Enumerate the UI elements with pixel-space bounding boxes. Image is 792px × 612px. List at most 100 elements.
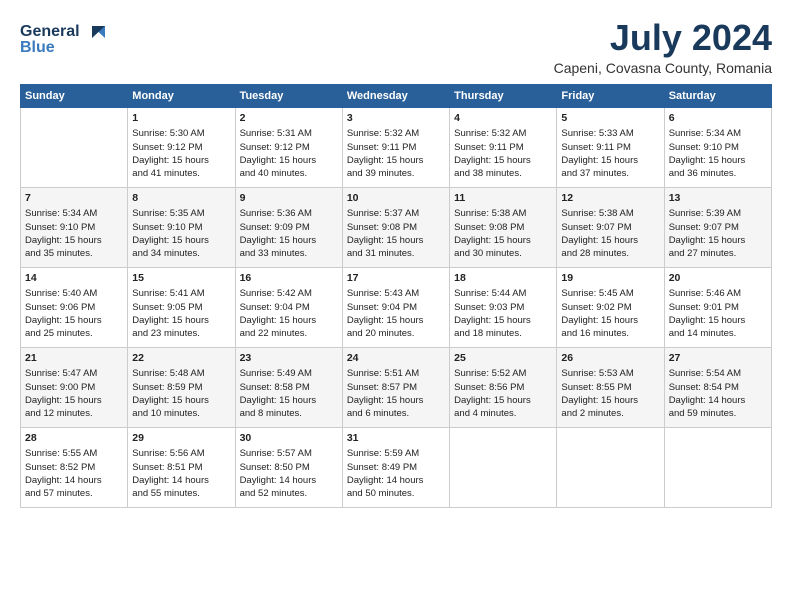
calendar-cell: 24Sunrise: 5:51 AMSunset: 8:57 PMDayligh… <box>342 347 449 427</box>
cell-text-line: Sunrise: 5:59 AM <box>347 447 445 460</box>
cell-text-line: and 8 minutes. <box>240 407 338 420</box>
cell-text-line: Sunset: 9:05 PM <box>132 301 230 314</box>
calendar-cell: 12Sunrise: 5:38 AMSunset: 9:07 PMDayligh… <box>557 187 664 267</box>
day-number: 8 <box>132 191 230 206</box>
svg-text:Blue: Blue <box>20 39 55 56</box>
cell-text-line: Daylight: 15 hours <box>132 154 230 167</box>
cell-text-line: Sunrise: 5:34 AM <box>25 207 123 220</box>
cell-text-line: Sunset: 9:02 PM <box>561 301 659 314</box>
cell-text-line: Sunrise: 5:43 AM <box>347 287 445 300</box>
calendar-cell: 6Sunrise: 5:34 AMSunset: 9:10 PMDaylight… <box>664 107 771 187</box>
day-number: 13 <box>669 191 767 206</box>
cell-text-line: and 35 minutes. <box>25 247 123 260</box>
calendar-cell: 2Sunrise: 5:31 AMSunset: 9:12 PMDaylight… <box>235 107 342 187</box>
cell-text-line: Daylight: 15 hours <box>561 154 659 167</box>
calendar-cell: 25Sunrise: 5:52 AMSunset: 8:56 PMDayligh… <box>450 347 557 427</box>
day-number: 21 <box>25 351 123 366</box>
day-number: 12 <box>561 191 659 206</box>
cell-text-line: Daylight: 15 hours <box>132 234 230 247</box>
cell-text-line: Daylight: 14 hours <box>347 474 445 487</box>
logo: General Blue <box>20 18 110 63</box>
calendar-cell: 19Sunrise: 5:45 AMSunset: 9:02 PMDayligh… <box>557 267 664 347</box>
svg-text:General: General <box>20 23 80 40</box>
cell-text-line: and 25 minutes. <box>25 327 123 340</box>
day-number: 27 <box>669 351 767 366</box>
day-number: 16 <box>240 271 338 286</box>
cell-text-line: Sunrise: 5:54 AM <box>669 367 767 380</box>
cell-text-line: and 38 minutes. <box>454 167 552 180</box>
cell-text-line: Sunset: 9:04 PM <box>347 301 445 314</box>
calendar-cell: 8Sunrise: 5:35 AMSunset: 9:10 PMDaylight… <box>128 187 235 267</box>
cell-text-line: Daylight: 15 hours <box>25 234 123 247</box>
day-number: 17 <box>347 271 445 286</box>
cell-text-line: Daylight: 15 hours <box>454 154 552 167</box>
cell-text-line: Daylight: 14 hours <box>25 474 123 487</box>
column-header-tuesday: Tuesday <box>235 84 342 107</box>
cell-text-line: Sunrise: 5:36 AM <box>240 207 338 220</box>
calendar-cell: 29Sunrise: 5:56 AMSunset: 8:51 PMDayligh… <box>128 427 235 507</box>
cell-text-line: Sunrise: 5:35 AM <box>132 207 230 220</box>
column-header-thursday: Thursday <box>450 84 557 107</box>
cell-text-line: and 22 minutes. <box>240 327 338 340</box>
cell-text-line: Daylight: 15 hours <box>240 234 338 247</box>
cell-text-line: Daylight: 15 hours <box>132 314 230 327</box>
cell-text-line: and 12 minutes. <box>25 407 123 420</box>
column-header-friday: Friday <box>557 84 664 107</box>
cell-text-line: Sunrise: 5:39 AM <box>669 207 767 220</box>
week-row-5: 28Sunrise: 5:55 AMSunset: 8:52 PMDayligh… <box>21 427 772 507</box>
calendar-cell: 7Sunrise: 5:34 AMSunset: 9:10 PMDaylight… <box>21 187 128 267</box>
day-number: 4 <box>454 111 552 126</box>
calendar-cell <box>557 427 664 507</box>
calendar-cell: 23Sunrise: 5:49 AMSunset: 8:58 PMDayligh… <box>235 347 342 427</box>
day-number: 31 <box>347 431 445 446</box>
cell-text-line: Daylight: 14 hours <box>132 474 230 487</box>
cell-text-line: and 10 minutes. <box>132 407 230 420</box>
logo-icon: General Blue <box>20 18 110 63</box>
column-header-monday: Monday <box>128 84 235 107</box>
cell-text-line: Sunrise: 5:53 AM <box>561 367 659 380</box>
title-section: July 2024 Capeni, Covasna County, Romani… <box>554 18 772 76</box>
cell-text-line: and 20 minutes. <box>347 327 445 340</box>
cell-text-line: Sunset: 9:10 PM <box>132 221 230 234</box>
calendar-cell: 16Sunrise: 5:42 AMSunset: 9:04 PMDayligh… <box>235 267 342 347</box>
cell-text-line: Daylight: 15 hours <box>347 314 445 327</box>
cell-text-line: and 50 minutes. <box>347 487 445 500</box>
calendar-cell <box>450 427 557 507</box>
cell-text-line: Sunrise: 5:49 AM <box>240 367 338 380</box>
cell-text-line: Daylight: 15 hours <box>561 314 659 327</box>
cell-text-line: Sunset: 9:12 PM <box>132 141 230 154</box>
cell-text-line: Daylight: 15 hours <box>454 394 552 407</box>
cell-text-line: Daylight: 15 hours <box>240 394 338 407</box>
cell-text-line: and 27 minutes. <box>669 247 767 260</box>
cell-text-line: and 6 minutes. <box>347 407 445 420</box>
cell-text-line: Sunset: 8:51 PM <box>132 461 230 474</box>
cell-text-line: and 30 minutes. <box>454 247 552 260</box>
calendar-cell: 13Sunrise: 5:39 AMSunset: 9:07 PMDayligh… <box>664 187 771 267</box>
calendar-cell: 14Sunrise: 5:40 AMSunset: 9:06 PMDayligh… <box>21 267 128 347</box>
cell-text-line: Daylight: 15 hours <box>669 154 767 167</box>
cell-text-line: and 14 minutes. <box>669 327 767 340</box>
calendar-cell <box>21 107 128 187</box>
cell-text-line: Sunrise: 5:42 AM <box>240 287 338 300</box>
subtitle: Capeni, Covasna County, Romania <box>554 60 772 76</box>
calendar-cell: 21Sunrise: 5:47 AMSunset: 9:00 PMDayligh… <box>21 347 128 427</box>
cell-text-line: Sunset: 9:00 PM <box>25 381 123 394</box>
week-row-3: 14Sunrise: 5:40 AMSunset: 9:06 PMDayligh… <box>21 267 772 347</box>
cell-text-line: Sunset: 9:07 PM <box>561 221 659 234</box>
cell-text-line: Sunrise: 5:38 AM <box>561 207 659 220</box>
day-number: 28 <box>25 431 123 446</box>
cell-text-line: and 57 minutes. <box>25 487 123 500</box>
calendar-cell: 11Sunrise: 5:38 AMSunset: 9:08 PMDayligh… <box>450 187 557 267</box>
calendar-table: SundayMondayTuesdayWednesdayThursdayFrid… <box>20 84 772 508</box>
cell-text-line: and 33 minutes. <box>240 247 338 260</box>
calendar-cell <box>664 427 771 507</box>
cell-text-line: Sunrise: 5:31 AM <box>240 127 338 140</box>
cell-text-line: Sunset: 8:59 PM <box>132 381 230 394</box>
cell-text-line: Sunset: 8:56 PM <box>454 381 552 394</box>
cell-text-line: and 2 minutes. <box>561 407 659 420</box>
cell-text-line: and 4 minutes. <box>454 407 552 420</box>
cell-text-line: Sunset: 9:10 PM <box>25 221 123 234</box>
cell-text-line: Sunrise: 5:57 AM <box>240 447 338 460</box>
cell-text-line: and 34 minutes. <box>132 247 230 260</box>
cell-text-line: Sunset: 8:58 PM <box>240 381 338 394</box>
